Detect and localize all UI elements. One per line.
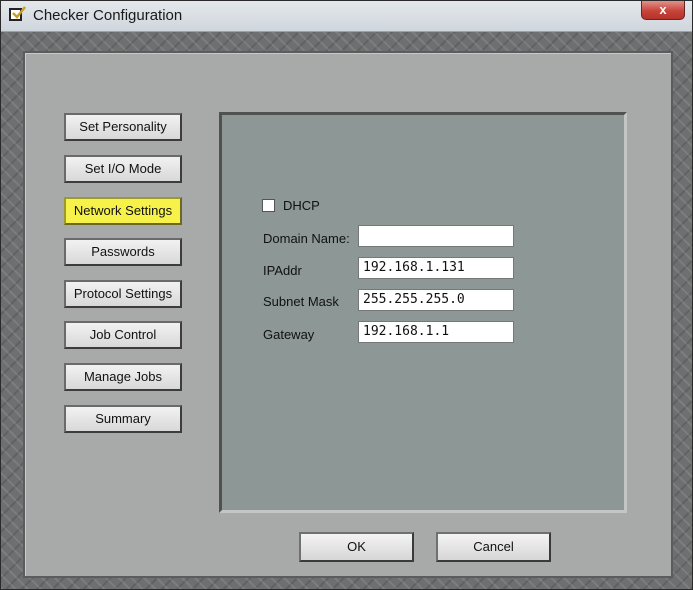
ipaddr-label: IPAddr bbox=[263, 263, 302, 278]
ok-button[interactable]: OK bbox=[299, 532, 414, 562]
nav-set-io-mode-button[interactable]: Set I/O Mode bbox=[64, 155, 182, 183]
subnet-mask-field[interactable]: 255.255.255.0 bbox=[358, 289, 514, 311]
window-title: Checker Configuration bbox=[33, 7, 183, 24]
gateway-label: Gateway bbox=[263, 327, 315, 342]
close-button[interactable]: x bbox=[641, 1, 685, 20]
nav-job-control-button[interactable]: Job Control bbox=[64, 321, 182, 349]
title-bar[interactable]: Checker Configuration x bbox=[1, 1, 692, 32]
domain-name-label: Domain Name: bbox=[263, 231, 350, 246]
nav-manage-jobs-button[interactable]: Manage Jobs bbox=[64, 363, 182, 391]
nav-summary-button[interactable]: Summary bbox=[64, 405, 182, 433]
checkbox-app-icon bbox=[9, 6, 26, 21]
dhcp-checkbox[interactable] bbox=[262, 199, 275, 212]
domain-name-field[interactable] bbox=[358, 225, 514, 247]
ipaddr-field[interactable]: 192.168.1.131 bbox=[358, 257, 514, 279]
nav-passwords-button[interactable]: Passwords bbox=[64, 238, 182, 266]
subnet-mask-label: Subnet Mask bbox=[263, 294, 339, 309]
gateway-field[interactable]: 192.168.1.1 bbox=[358, 321, 514, 343]
nav-protocol-settings-button[interactable]: Protocol Settings bbox=[64, 280, 182, 308]
nav-set-personality-button[interactable]: Set Personality bbox=[64, 113, 182, 141]
dhcp-label: DHCP bbox=[283, 198, 320, 213]
nav-network-settings-button[interactable]: Network Settings bbox=[64, 197, 182, 225]
cancel-button[interactable]: Cancel bbox=[436, 532, 551, 562]
checker-configuration-window: Checker Configuration x Set Personality … bbox=[0, 0, 693, 590]
network-settings-panel bbox=[219, 112, 627, 513]
